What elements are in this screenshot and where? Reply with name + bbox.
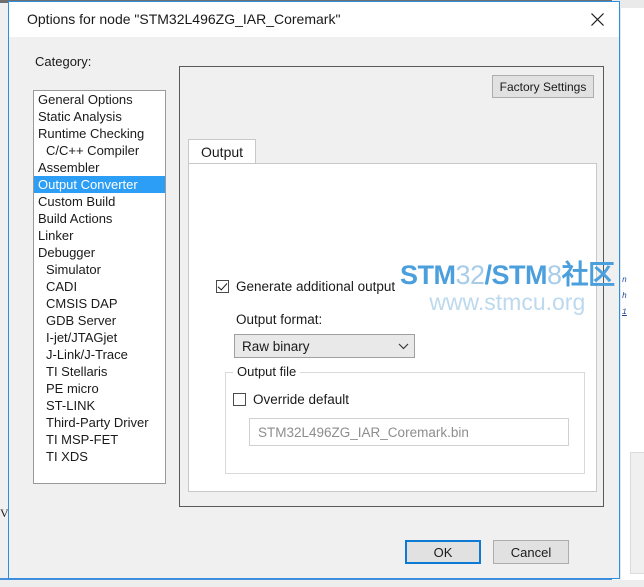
sidebar-item-general-options[interactable]: General Options bbox=[34, 91, 165, 108]
override-default-checkbox-row[interactable]: Override default bbox=[233, 392, 349, 407]
sidebar-item-static-analysis[interactable]: Static Analysis bbox=[34, 108, 165, 125]
tab-panel-output: Generate additional output Output format… bbox=[188, 163, 597, 492]
output-filename-input[interactable]: STM32L496ZG_IAR_Coremark.bin bbox=[249, 418, 569, 446]
sidebar-item-build-actions[interactable]: Build Actions bbox=[34, 210, 165, 227]
options-dialog: Options for node "STM32L496ZG_IAR_Corema… bbox=[8, 1, 620, 579]
background-code-line: h bbox=[622, 292, 627, 301]
sidebar-item-c-c-compiler[interactable]: C/C++ Compiler bbox=[34, 142, 165, 159]
background-bottom-strip bbox=[0, 580, 644, 587]
sidebar-item-ti-msp-fet[interactable]: TI MSP-FET bbox=[34, 431, 165, 448]
sidebar-item-ti-xds[interactable]: TI XDS bbox=[34, 448, 165, 465]
output-format-label: Output format: bbox=[236, 312, 323, 327]
output-format-select[interactable]: Raw binary bbox=[234, 334, 415, 358]
sidebar-item-st-link[interactable]: ST-LINK bbox=[34, 397, 165, 414]
override-default-label: Override default bbox=[253, 392, 350, 407]
category-label: Category: bbox=[35, 54, 92, 69]
sidebar-item-output-converter[interactable]: Output Converter bbox=[34, 176, 165, 193]
tab-strip: Output bbox=[188, 139, 597, 164]
sidebar-item-j-link-j-trace[interactable]: J-Link/J-Trace bbox=[34, 346, 165, 363]
dialog-title: Options for node "STM32L496ZG_IAR_Corema… bbox=[27, 11, 341, 27]
output-filename-value: STM32L496ZG_IAR_Coremark.bin bbox=[258, 424, 469, 440]
tab-output[interactable]: Output bbox=[188, 139, 257, 164]
cancel-button[interactable]: Cancel bbox=[493, 540, 569, 564]
sidebar-item-linker[interactable]: Linker bbox=[34, 227, 165, 244]
background-code-line: n bbox=[622, 276, 627, 285]
sidebar-item-cadi[interactable]: CADI bbox=[34, 278, 165, 295]
sidebar-item-simulator[interactable]: Simulator bbox=[34, 261, 165, 278]
generate-additional-output-checkbox-row[interactable]: Generate additional output bbox=[216, 279, 395, 294]
background-code-line: 1 bbox=[622, 308, 627, 317]
sidebar-item-runtime-checking[interactable]: Runtime Checking bbox=[34, 125, 165, 142]
factory-settings-button[interactable]: Factory Settings bbox=[492, 75, 594, 98]
sidebar-item-pe-micro[interactable]: PE micro bbox=[34, 380, 165, 397]
ok-button[interactable]: OK bbox=[405, 540, 481, 564]
sidebar-item-gdb-server[interactable]: GDB Server bbox=[34, 312, 165, 329]
sidebar-item-debugger[interactable]: Debugger bbox=[34, 244, 165, 261]
sidebar-item-custom-build[interactable]: Custom Build bbox=[34, 193, 165, 210]
sidebar-item-i-jet-jtagjet[interactable]: I-jet/JTAGjet bbox=[34, 329, 165, 346]
output-file-groupbox-legend: Output file bbox=[233, 364, 301, 379]
dialog-titlebar: Options for node "STM32L496ZG_IAR_Corema… bbox=[9, 2, 619, 37]
override-default-checkbox[interactable] bbox=[233, 393, 246, 406]
sidebar-item-assembler[interactable]: Assembler bbox=[34, 159, 165, 176]
background-scrollbar[interactable] bbox=[630, 452, 644, 574]
category-list[interactable]: General Options Static Analysis Runtime Ch… bbox=[33, 90, 166, 484]
output-format-value: Raw binary bbox=[242, 338, 310, 354]
sidebar-item-cmsis-dap[interactable]: CMSIS DAP bbox=[34, 295, 165, 312]
sidebar-item-third-party-driver[interactable]: Third-Party Driver bbox=[34, 414, 165, 431]
sidebar-item-ti-stellaris[interactable]: TI Stellaris bbox=[34, 363, 165, 380]
generate-additional-output-label: Generate additional output bbox=[236, 279, 396, 294]
settings-panel: Factory Settings Output Generate additio… bbox=[179, 66, 604, 507]
close-icon[interactable] bbox=[575, 2, 619, 36]
chevron-down-icon bbox=[392, 343, 414, 350]
generate-additional-output-checkbox[interactable] bbox=[216, 280, 229, 293]
